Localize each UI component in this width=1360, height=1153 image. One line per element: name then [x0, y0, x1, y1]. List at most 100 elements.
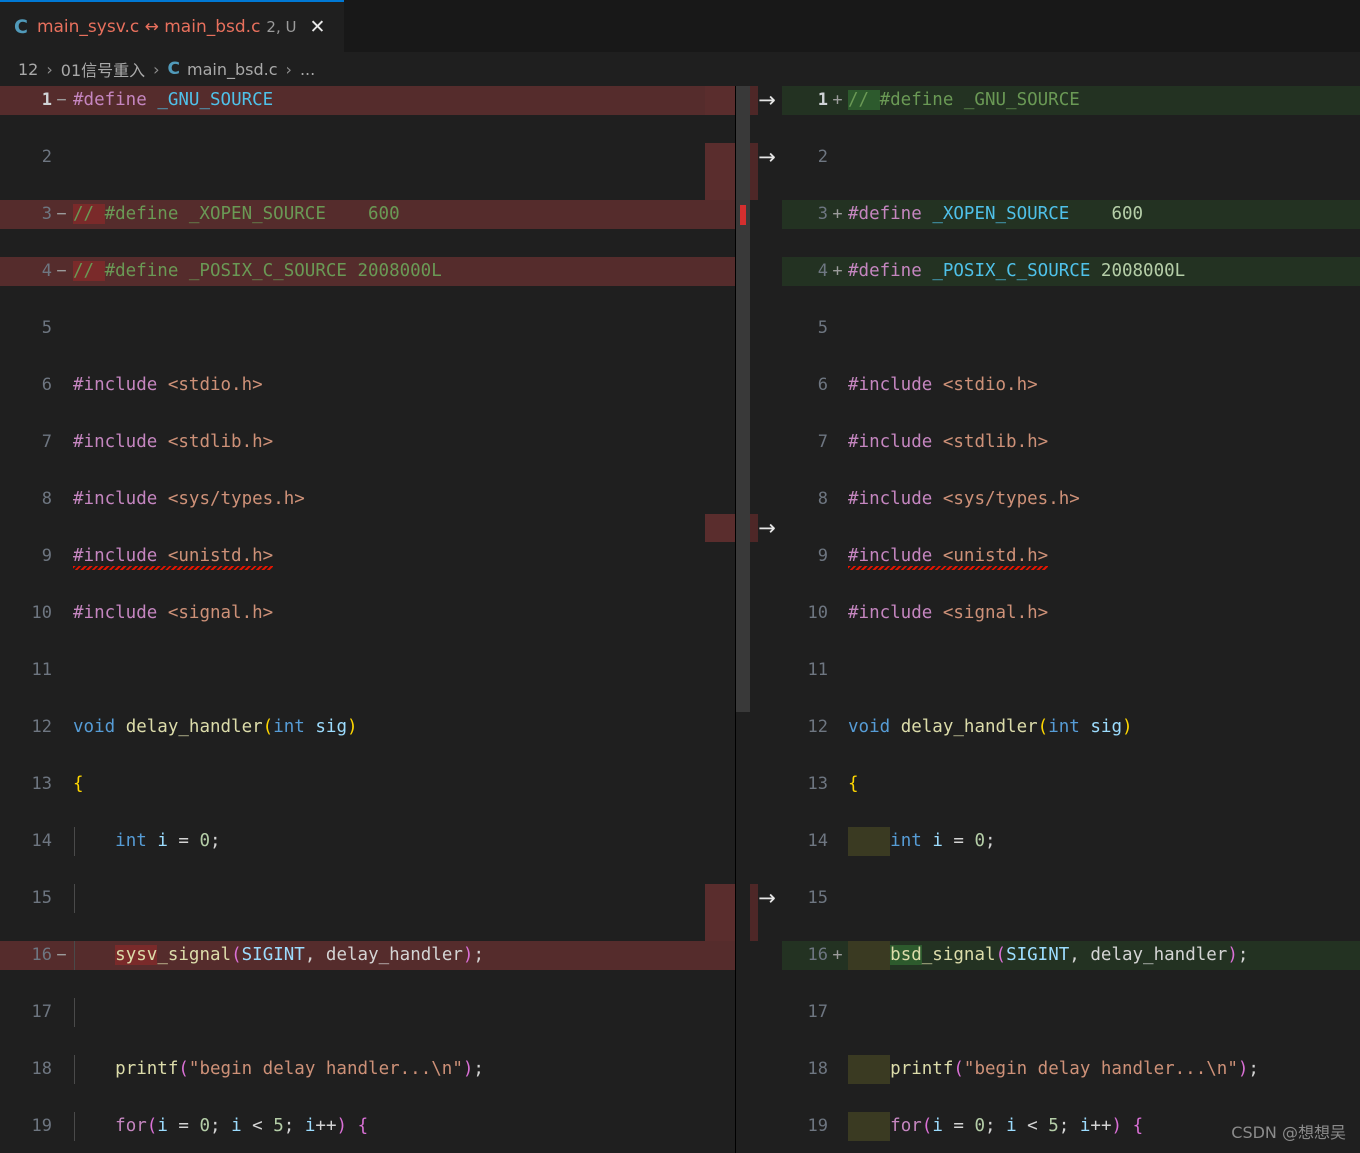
overview-ruler-change-band: [705, 86, 736, 115]
line-content: int i = 0;: [73, 827, 736, 856]
token: ;: [210, 831, 221, 851]
token: (: [146, 1116, 158, 1136]
code-line[interactable]: 11: [782, 656, 1360, 685]
line-content: #include <stdlib.h>: [73, 428, 736, 457]
token: ): [336, 1116, 348, 1136]
close-icon[interactable]: ✕: [309, 17, 325, 37]
diff-arrow-right-icon[interactable]: →: [752, 143, 782, 172]
line-content: void delay_handler(int sig): [73, 713, 736, 742]
code-line[interactable]: 3 + #define _XOPEN_SOURCE 600: [782, 200, 1360, 229]
token: ;: [473, 945, 484, 965]
token: (: [178, 1059, 189, 1079]
code-line[interactable]: 1− #define _GNU_SOURCE: [0, 86, 736, 115]
token: _signal: [157, 945, 232, 965]
token: #include: [848, 489, 933, 509]
line-number: 11: [807, 660, 828, 680]
code-line[interactable]: 2: [0, 143, 736, 172]
line-content: {: [848, 770, 1360, 799]
code-line[interactable]: 10 #include <signal.h>: [0, 599, 736, 628]
tab-main-sysv-vs-main-bsd[interactable]: C main_sysv.c ↔ main_bsd.c 2, U ✕: [0, 0, 344, 52]
line-content: // #define _POSIX_C_SOURCE 2008000L: [73, 257, 736, 286]
code-line[interactable]: 6 #include <stdio.h>: [0, 371, 736, 400]
token: ): [1237, 1059, 1249, 1079]
token: _XOPEN_SOURCE: [932, 204, 1070, 224]
code-line[interactable]: 12 void delay_handler(int sig): [782, 713, 1360, 742]
token: i: [932, 831, 943, 851]
code-line[interactable]: 11: [0, 656, 736, 685]
token: for: [115, 1116, 147, 1136]
token: "begin delay handler...\n": [963, 1059, 1238, 1079]
code-line[interactable]: 19 for(i = 0; i < 5; i++) {: [0, 1112, 736, 1141]
code-line[interactable]: 8 #include <sys/types.h>: [0, 485, 736, 514]
code-line[interactable]: 15: [782, 884, 1360, 913]
vertical-scrollbar-original[interactable]: [736, 86, 750, 1153]
line-number: 5: [817, 318, 828, 338]
indent-guide: [74, 998, 75, 1027]
line-number: 3: [41, 204, 52, 224]
error-squiggle: [848, 565, 1049, 570]
code-line[interactable]: 19 for(i = 0; i < 5; i++) {: [782, 1112, 1360, 1141]
line-number: 16: [31, 945, 52, 965]
token: _signal: [921, 945, 996, 965]
overview-ruler-change-band: [705, 513, 736, 542]
line-content: #include <signal.h>: [73, 599, 736, 628]
token: (: [1037, 717, 1049, 737]
code-line[interactable]: 18 printf("begin delay handler...\n");: [0, 1055, 736, 1084]
code-line[interactable]: 16 + bsd_signal(SIGINT, delay_handler);: [782, 941, 1360, 970]
token: ;: [473, 1059, 484, 1079]
code-line[interactable]: 3−// #define _XOPEN_SOURCE 600: [0, 200, 736, 229]
token: {: [848, 774, 859, 794]
code-line[interactable]: 13 {: [0, 770, 736, 799]
diff-pane-modified[interactable]: 1 +// #define _GNU_SOURCE 2 3 + #define _XOPE…: [782, 86, 1360, 1153]
code-line[interactable]: 1 +// #define _GNU_SOURCE: [782, 86, 1360, 115]
token: ;: [1237, 945, 1249, 965]
code-line[interactable]: 7 #include <stdlib.h>: [0, 428, 736, 457]
breadcrumb-item-1[interactable]: 01信号重入: [61, 57, 145, 81]
token: #define _XOPEN_SOURCE 600: [104, 204, 400, 224]
code-line[interactable]: 8 #include <sys/types.h>: [782, 485, 1360, 514]
code-line[interactable]: 18 printf("begin delay handler...\n");: [782, 1055, 1360, 1084]
token: <stdio.h>: [167, 375, 263, 395]
code-line[interactable]: 15: [0, 884, 736, 913]
token: ;: [1248, 1059, 1259, 1079]
code-line[interactable]: 10 #include <signal.h>: [782, 599, 1360, 628]
scrollbar-thumb[interactable]: [736, 86, 750, 712]
diff-arrow-right-icon[interactable]: →: [752, 514, 782, 543]
token: {: [73, 774, 84, 794]
code-line[interactable]: 14 int i = 0;: [782, 827, 1360, 856]
code-line[interactable]: 17: [782, 998, 1360, 1027]
overview-ruler-change-band: [705, 143, 736, 200]
breadcrumb-item-2[interactable]: main_bsd.c: [187, 60, 278, 79]
diff-arrow-right-icon[interactable]: →: [752, 86, 782, 115]
code-line[interactable]: 13 {: [782, 770, 1360, 799]
code-line[interactable]: 2: [782, 143, 1360, 172]
token: ): [462, 945, 474, 965]
line-number: 5: [41, 318, 52, 338]
token: "begin delay handler...\n": [188, 1059, 463, 1079]
code-line[interactable]: 9 #include <unistd.h>: [0, 542, 736, 571]
code-line[interactable]: 7 #include <stdlib.h>: [782, 428, 1360, 457]
editor-tab-bar: C main_sysv.c ↔ main_bsd.c 2, U ✕: [0, 0, 1360, 52]
code-line[interactable]: 6 #include <stdio.h>: [782, 371, 1360, 400]
code-line[interactable]: 16− sysv_signal(SIGINT, delay_handler);: [0, 941, 736, 970]
code-line[interactable]: 5: [782, 314, 1360, 343]
token: i: [1006, 1116, 1017, 1136]
diff-arrow-right-icon[interactable]: →: [752, 884, 782, 913]
breadcrumb-item-3[interactable]: ...: [300, 60, 315, 79]
diff-splitter[interactable]: [735, 86, 736, 1153]
code-line[interactable]: 17: [0, 998, 736, 1027]
code-line[interactable]: 9 #include <unistd.h>: [782, 542, 1360, 571]
code-line[interactable]: 5: [0, 314, 736, 343]
code-line[interactable]: 4 + #define _POSIX_C_SOURCE 2008000L: [782, 257, 1360, 286]
breadcrumb-item-0[interactable]: 12: [18, 60, 38, 79]
diff-pane-original[interactable]: 1− #define _GNU_SOURCE 2 3−// #define _XOPE…: [0, 86, 736, 1153]
code-line[interactable]: 4−// #define _POSIX_C_SOURCE 2008000L: [0, 257, 736, 286]
code-line[interactable]: 12 void delay_handler(int sig): [0, 713, 736, 742]
line-number: 13: [31, 774, 52, 794]
code-line[interactable]: 14 int i = 0;: [0, 827, 736, 856]
